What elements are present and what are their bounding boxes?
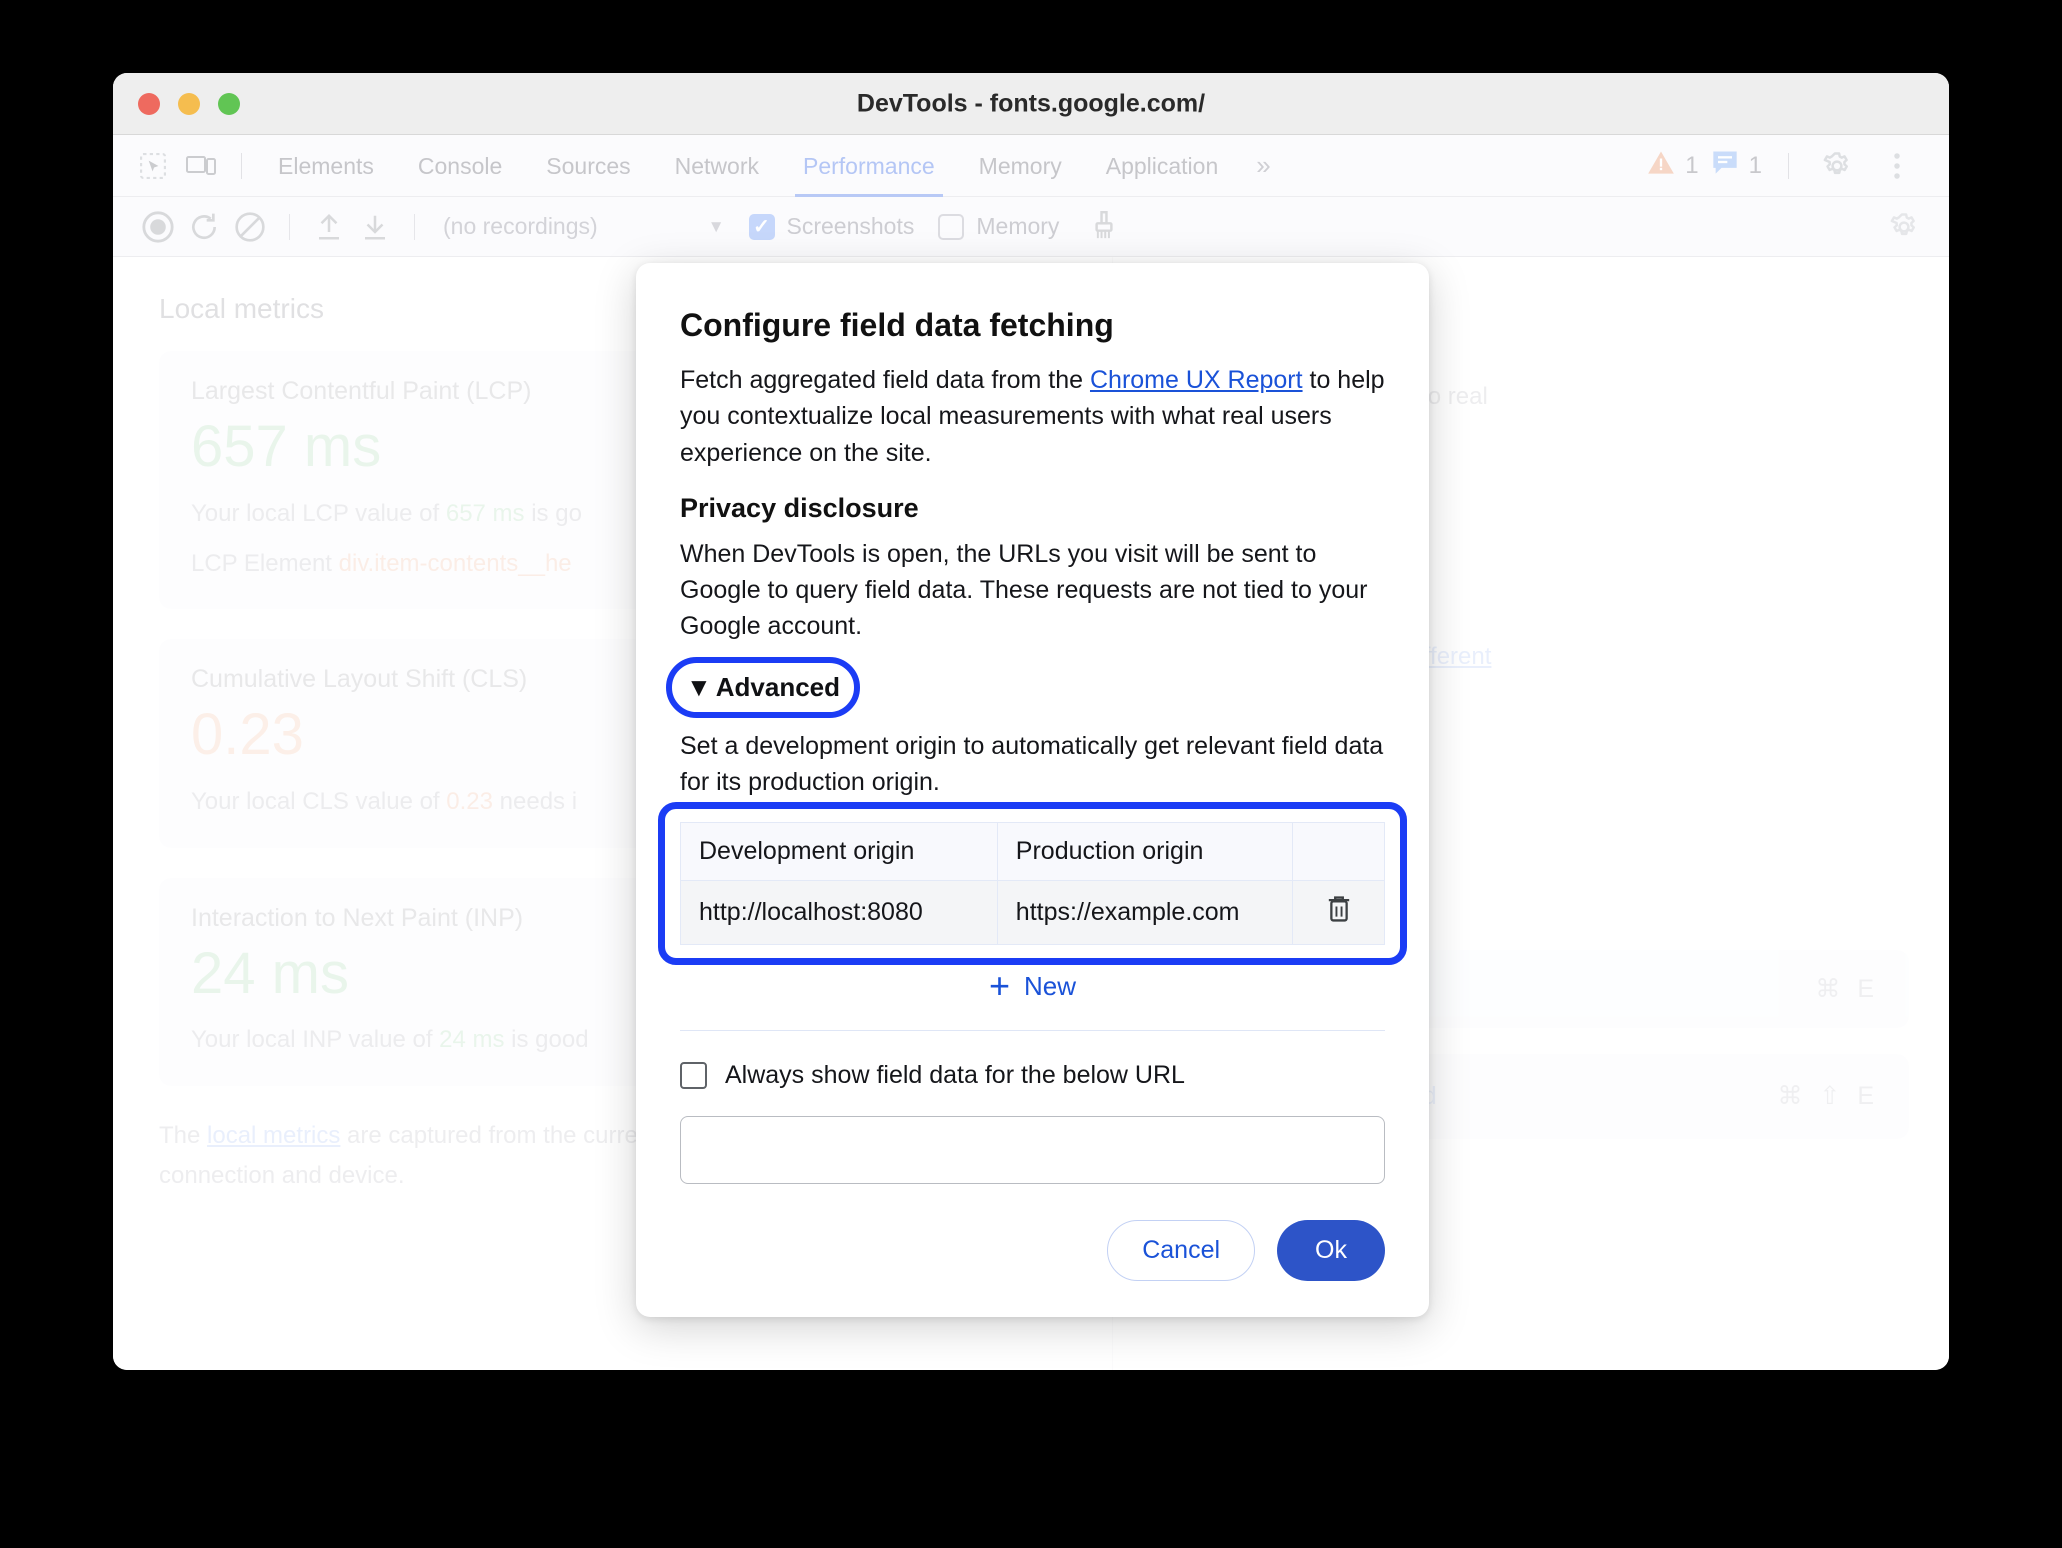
screenshots-checkbox[interactable]: ✓ Screenshots	[748, 213, 915, 240]
dialog-actions: Cancel Ok	[680, 1220, 1385, 1281]
intro-prefix: Fetch aggregated field data from the	[680, 366, 1090, 394]
new-button-label: New	[1024, 971, 1077, 1001]
message-bubble-icon	[1711, 149, 1739, 182]
devtools-tabstrip: Elements Console Sources Network Perform…	[113, 135, 1949, 197]
gear-icon[interactable]	[1815, 146, 1859, 186]
message-count: 1	[1748, 151, 1762, 179]
warning-count: 1	[1685, 151, 1699, 179]
upload-icon[interactable]	[306, 206, 352, 248]
clear-icon[interactable]	[227, 206, 273, 248]
recordings-select[interactable]: (no recordings)	[443, 213, 598, 240]
dialog-title: Configure field data fetching	[680, 307, 1114, 343]
advanced-label: Advanced	[715, 671, 840, 702]
local-metrics-link[interactable]: local metrics	[207, 1122, 340, 1149]
memory-check-glyph	[938, 213, 965, 240]
screenshots-check-glyph: ✓	[748, 213, 775, 240]
lcp-desc-value: 657 ms	[445, 499, 525, 527]
cls-desc-suffix: needs i	[493, 788, 578, 816]
privacy-body: When DevTools is open, the URLs you visi…	[680, 539, 1368, 641]
inspect-icon[interactable]	[131, 146, 175, 186]
table-row[interactable]: http://localhost:8080 https://example.co…	[680, 880, 1385, 945]
configure-field-data-dialog: Configure field data fetching Fetch aggr…	[636, 263, 1429, 1317]
window-title: DevTools - fonts.google.com/	[856, 89, 1206, 117]
always-show-checkbox-box	[680, 1062, 707, 1089]
cell-production-origin[interactable]: https://example.com	[996, 880, 1294, 945]
lcp-desc-suffix: is go	[524, 499, 582, 527]
screenshots-label: Screenshots	[786, 213, 915, 239]
tab-performance[interactable]: Performance	[781, 135, 957, 197]
always-show-label: Always show field data for the below URL	[725, 1061, 1185, 1089]
tab-network[interactable]: Network	[653, 135, 781, 197]
tab-elements[interactable]: Elements	[256, 135, 396, 197]
record-icon[interactable]	[135, 206, 181, 248]
chrome-ux-report-link[interactable]: Chrome UX Report	[1090, 366, 1303, 394]
column-actions	[1292, 822, 1385, 881]
cell-development-origin[interactable]: http://localhost:8080	[680, 880, 998, 945]
origin-mappings-table: Development origin Production origin htt…	[680, 822, 1385, 945]
record-and-reload-keys: ⌘ ⇧ E	[1777, 1082, 1879, 1111]
record-shortcut-keys: ⌘ E	[1815, 974, 1879, 1003]
lcp-desc-prefix: Your local LCP value of	[191, 499, 446, 527]
origin-mappings-wrapper: Development origin Production origin htt…	[658, 802, 1407, 965]
always-show-field-data-checkbox[interactable]: Always show field data for the below URL	[680, 1061, 1385, 1090]
perf-settings-gear-icon[interactable]	[1881, 206, 1927, 248]
lcp-element-value[interactable]: div.item-contents__he	[339, 550, 572, 577]
memory-label: Memory	[976, 213, 1060, 239]
tabstrip-right-controls: 1 1	[1647, 146, 1931, 186]
message-badge[interactable]: 1	[1711, 149, 1762, 182]
inp-desc-value: 24 ms	[439, 1026, 505, 1054]
trash-icon[interactable]	[1326, 896, 1352, 929]
table-header-row: Development origin Production origin	[680, 822, 1385, 881]
chevron-down-icon[interactable]: ▼	[708, 217, 725, 237]
window-titlebar: DevTools - fonts.google.com/	[113, 73, 1949, 135]
perf-divider-2	[414, 213, 415, 240]
screenshot-root: DevTools - fonts.google.com/ Elements Co…	[0, 0, 2062, 1548]
plus-icon: +	[988, 965, 1010, 1007]
warning-badge[interactable]: 1	[1647, 149, 1699, 182]
tab-memory[interactable]: Memory	[957, 135, 1084, 197]
lcp-element-label: LCP Element	[191, 550, 332, 578]
advanced-description: Set a development origin to automaticall…	[680, 731, 1384, 796]
brush-icon[interactable]	[1081, 206, 1127, 248]
ok-button[interactable]: Ok	[1277, 1220, 1385, 1281]
performance-toolbar: (no recordings) ▼ ✓ Screenshots Memory	[113, 197, 1949, 257]
dialog-divider	[680, 1030, 1385, 1031]
warning-triangle-icon	[1647, 149, 1675, 182]
advanced-toggle[interactable]: ▼ Advanced	[680, 669, 846, 706]
dialog-intro: Fetch aggregated field data from the Chr…	[680, 362, 1385, 471]
reload-record-icon[interactable]	[181, 206, 227, 248]
cell-delete[interactable]	[1292, 880, 1385, 945]
memory-checkbox[interactable]: Memory	[938, 213, 1059, 240]
column-production-origin: Production origin	[996, 822, 1294, 881]
tab-console[interactable]: Console	[396, 135, 524, 197]
more-tabs-icon[interactable]: »	[1240, 150, 1286, 181]
column-development-origin: Development origin	[680, 822, 998, 881]
tab-sources[interactable]: Sources	[524, 135, 652, 197]
tab-application[interactable]: Application	[1084, 135, 1241, 197]
inp-desc-suffix: is good	[504, 1026, 589, 1054]
toolbar-divider	[241, 152, 242, 179]
footnote-prefix: The	[159, 1121, 208, 1149]
perf-divider-1	[289, 213, 290, 240]
cancel-button[interactable]: Cancel	[1107, 1220, 1256, 1281]
privacy-heading: Privacy disclosure	[680, 492, 919, 523]
new-mapping-button[interactable]: + New	[680, 965, 1385, 1007]
device-toolbar-icon[interactable]	[179, 146, 223, 186]
cls-desc-prefix: Your local CLS value of	[191, 788, 447, 816]
cls-desc-value: 0.23	[446, 788, 493, 816]
right-divider	[1788, 152, 1789, 179]
inp-desc-prefix: Your local INP value of	[191, 1026, 440, 1054]
url-input[interactable]	[680, 1116, 1385, 1184]
kebab-menu-icon[interactable]	[1875, 146, 1919, 186]
triangle-down-icon: ▼	[686, 671, 712, 702]
download-icon[interactable]	[352, 206, 398, 248]
advanced-toggle-wrapper: ▼ Advanced	[666, 656, 860, 718]
